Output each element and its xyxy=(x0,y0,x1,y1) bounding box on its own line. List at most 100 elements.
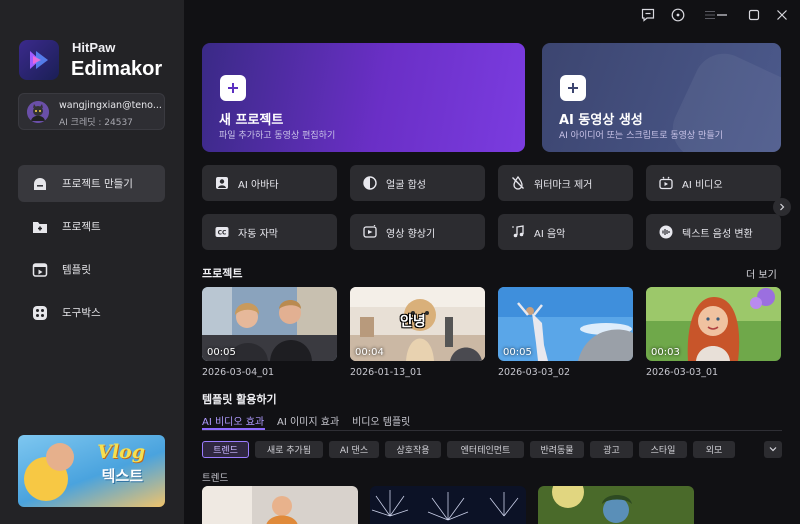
tool-ai-avatar[interactable]: AI 아바타 xyxy=(202,165,337,201)
face-swap-icon xyxy=(362,175,378,191)
tool-text-to-speech[interactable]: 텍스트 음성 변환 xyxy=(646,214,781,250)
promo-kid-graphic xyxy=(46,443,74,471)
chip-interaction[interactable]: 상호작용 xyxy=(385,441,441,458)
plus-icon xyxy=(220,75,246,101)
tool-label: AI 음악 xyxy=(534,228,566,240)
folder-icon xyxy=(32,219,48,235)
chat-icon xyxy=(641,8,655,25)
info-icon xyxy=(671,8,685,25)
sidebar-item-templates[interactable]: 템플릿 xyxy=(18,251,165,288)
tool-watermark-remove[interactable]: 워터마크 제거 xyxy=(498,165,633,201)
ai-video-generate-title: AI 동영상 생성 xyxy=(559,113,643,128)
sidebar-item-label: 템플릿 xyxy=(62,264,91,276)
new-project-title: 새 프로젝트 xyxy=(219,113,284,128)
chevron-down-icon xyxy=(769,443,777,456)
sidebar-item-label: 프로젝트 xyxy=(62,221,101,233)
tab-ai-video-effects[interactable]: AI 비디오 효과 xyxy=(202,413,264,428)
project-duration: 00:05 xyxy=(503,347,532,358)
project-thumbnail[interactable]: 안녕 00:04 xyxy=(350,287,485,361)
sidebar-item-create-project[interactable]: 프로젝트 만들기 xyxy=(18,165,165,202)
toolbox-icon xyxy=(32,305,48,321)
chip-new[interactable]: 새로 추가됨 xyxy=(255,441,323,458)
project-name: 2026-01-13_01 xyxy=(350,367,423,378)
chip-trend[interactable]: 트렌드 xyxy=(202,441,249,458)
active-tab-indicator xyxy=(202,428,265,430)
close-icon xyxy=(776,9,788,24)
project-duration: 00:05 xyxy=(207,347,236,358)
user-email: wangjingxian@teno... xyxy=(59,100,162,111)
project-thumbnail[interactable]: 00:05 xyxy=(498,287,633,361)
tool-auto-subtitle[interactable]: CC 자동 자막 xyxy=(202,214,337,250)
new-project-subtitle: 파일 추가하고 동영상 편집하기 xyxy=(219,131,336,141)
svg-text:CC: CC xyxy=(218,230,227,237)
chip-pets[interactable]: 반려동물 xyxy=(530,441,584,458)
tool-label: 자동 자막 xyxy=(238,228,278,240)
tool-label: AI 비디오 xyxy=(682,179,723,191)
project-thumbnail[interactable]: 00:05 xyxy=(202,287,337,361)
template-thumbnail[interactable] xyxy=(202,486,358,524)
new-project-card[interactable]: 새 프로젝트 파일 추가하고 동영상 편집하기 xyxy=(202,43,525,152)
sidebar-item-toolbox[interactable]: 도구박스 xyxy=(18,294,165,331)
ai-video-generate-subtitle: AI 아이디어 또는 스크립트로 동영상 만들기 xyxy=(559,131,723,141)
templates-section-title: 템플릿 활용하기 xyxy=(202,393,277,406)
tool-label: 텍스트 음성 변환 xyxy=(682,228,753,240)
sidebar: HitPaw Edimakor wangjingxian@teno... AI … xyxy=(0,0,184,524)
tools-scroll-right-button[interactable] xyxy=(773,198,791,216)
minimize-button[interactable] xyxy=(711,5,733,27)
tabs-divider xyxy=(202,430,782,431)
project-thumbnail[interactable]: 00:03 xyxy=(646,287,781,361)
project-name: 2026-03-03_02 xyxy=(498,367,571,378)
avatar xyxy=(27,101,49,123)
template-thumbnail[interactable] xyxy=(370,486,526,524)
chip-ads[interactable]: 광고 xyxy=(590,441,633,458)
sidebar-item-label: 프로젝트 만들기 xyxy=(62,178,133,190)
app-logo-icon xyxy=(19,40,59,80)
project-name: 2026-03-03_01 xyxy=(646,367,719,378)
video-enhance-icon xyxy=(362,224,378,240)
promo-banner[interactable]: Vlog 텍스트 xyxy=(18,435,165,507)
tool-face-swap[interactable]: 얼굴 합성 xyxy=(350,165,485,201)
projects-more-link[interactable]: 더 보기 xyxy=(746,266,777,281)
ai-video-generate-card[interactable]: AI 동영상 생성 AI 아이디어 또는 스크립트로 동영상 만들기 xyxy=(542,43,781,152)
tab-video-templates[interactable]: 비디오 템플릿 xyxy=(352,413,410,428)
chip-appearance[interactable]: 외모 xyxy=(693,441,735,458)
ai-video-icon xyxy=(658,175,674,191)
chip-entertainment[interactable]: 엔터테인먼트 xyxy=(447,441,524,458)
chip-ai-dance[interactable]: AI 댄스 xyxy=(329,441,379,458)
promo-title: Vlog xyxy=(97,441,145,463)
template-icon xyxy=(32,262,48,278)
projects-section-title: 프로젝트 xyxy=(202,267,243,280)
watermark-remove-icon xyxy=(510,175,526,191)
project-duration: 00:03 xyxy=(651,347,680,358)
tool-video-enhancer[interactable]: 영상 향상기 xyxy=(350,214,485,250)
tab-ai-image-effects[interactable]: AI 이미지 효과 xyxy=(277,413,339,428)
maximize-button[interactable] xyxy=(743,5,765,27)
chevron-right-icon xyxy=(778,201,786,214)
music-icon xyxy=(510,224,526,240)
tts-icon xyxy=(658,224,674,240)
tool-ai-video[interactable]: AI 비디오 xyxy=(646,165,781,201)
tool-label: 워터마크 제거 xyxy=(534,179,593,191)
tool-label: 얼굴 합성 xyxy=(386,179,426,191)
promo-subtitle: 텍스트 xyxy=(101,467,143,485)
project-duration: 00:04 xyxy=(355,347,384,358)
template-thumbnail-image xyxy=(202,486,358,524)
tool-ai-music[interactable]: AI 음악 xyxy=(498,214,633,250)
project-caption-overlay: 안녕 xyxy=(400,314,426,330)
close-button[interactable] xyxy=(771,5,793,27)
sidebar-item-projects[interactable]: 프로젝트 xyxy=(18,208,165,245)
project-name: 2026-03-04_01 xyxy=(202,367,275,378)
chips-expand-button[interactable] xyxy=(764,441,782,458)
tool-label: AI 아바타 xyxy=(238,179,279,191)
template-thumbnail[interactable] xyxy=(538,486,694,524)
feedback-button[interactable] xyxy=(637,5,659,27)
sidebar-item-label: 도구박스 xyxy=(62,307,101,319)
info-button[interactable] xyxy=(667,5,689,27)
minimize-icon xyxy=(716,9,728,24)
maximize-icon xyxy=(748,9,760,24)
ai-credit-count: AI 크레딧 : 24537 xyxy=(59,118,133,128)
create-project-icon xyxy=(32,176,48,192)
brand-name-line1: HitPaw xyxy=(72,40,116,55)
chip-style[interactable]: 스타일 xyxy=(639,441,687,458)
user-account-card[interactable]: wangjingxian@teno... AI 크레딧 : 24537 xyxy=(18,93,165,130)
